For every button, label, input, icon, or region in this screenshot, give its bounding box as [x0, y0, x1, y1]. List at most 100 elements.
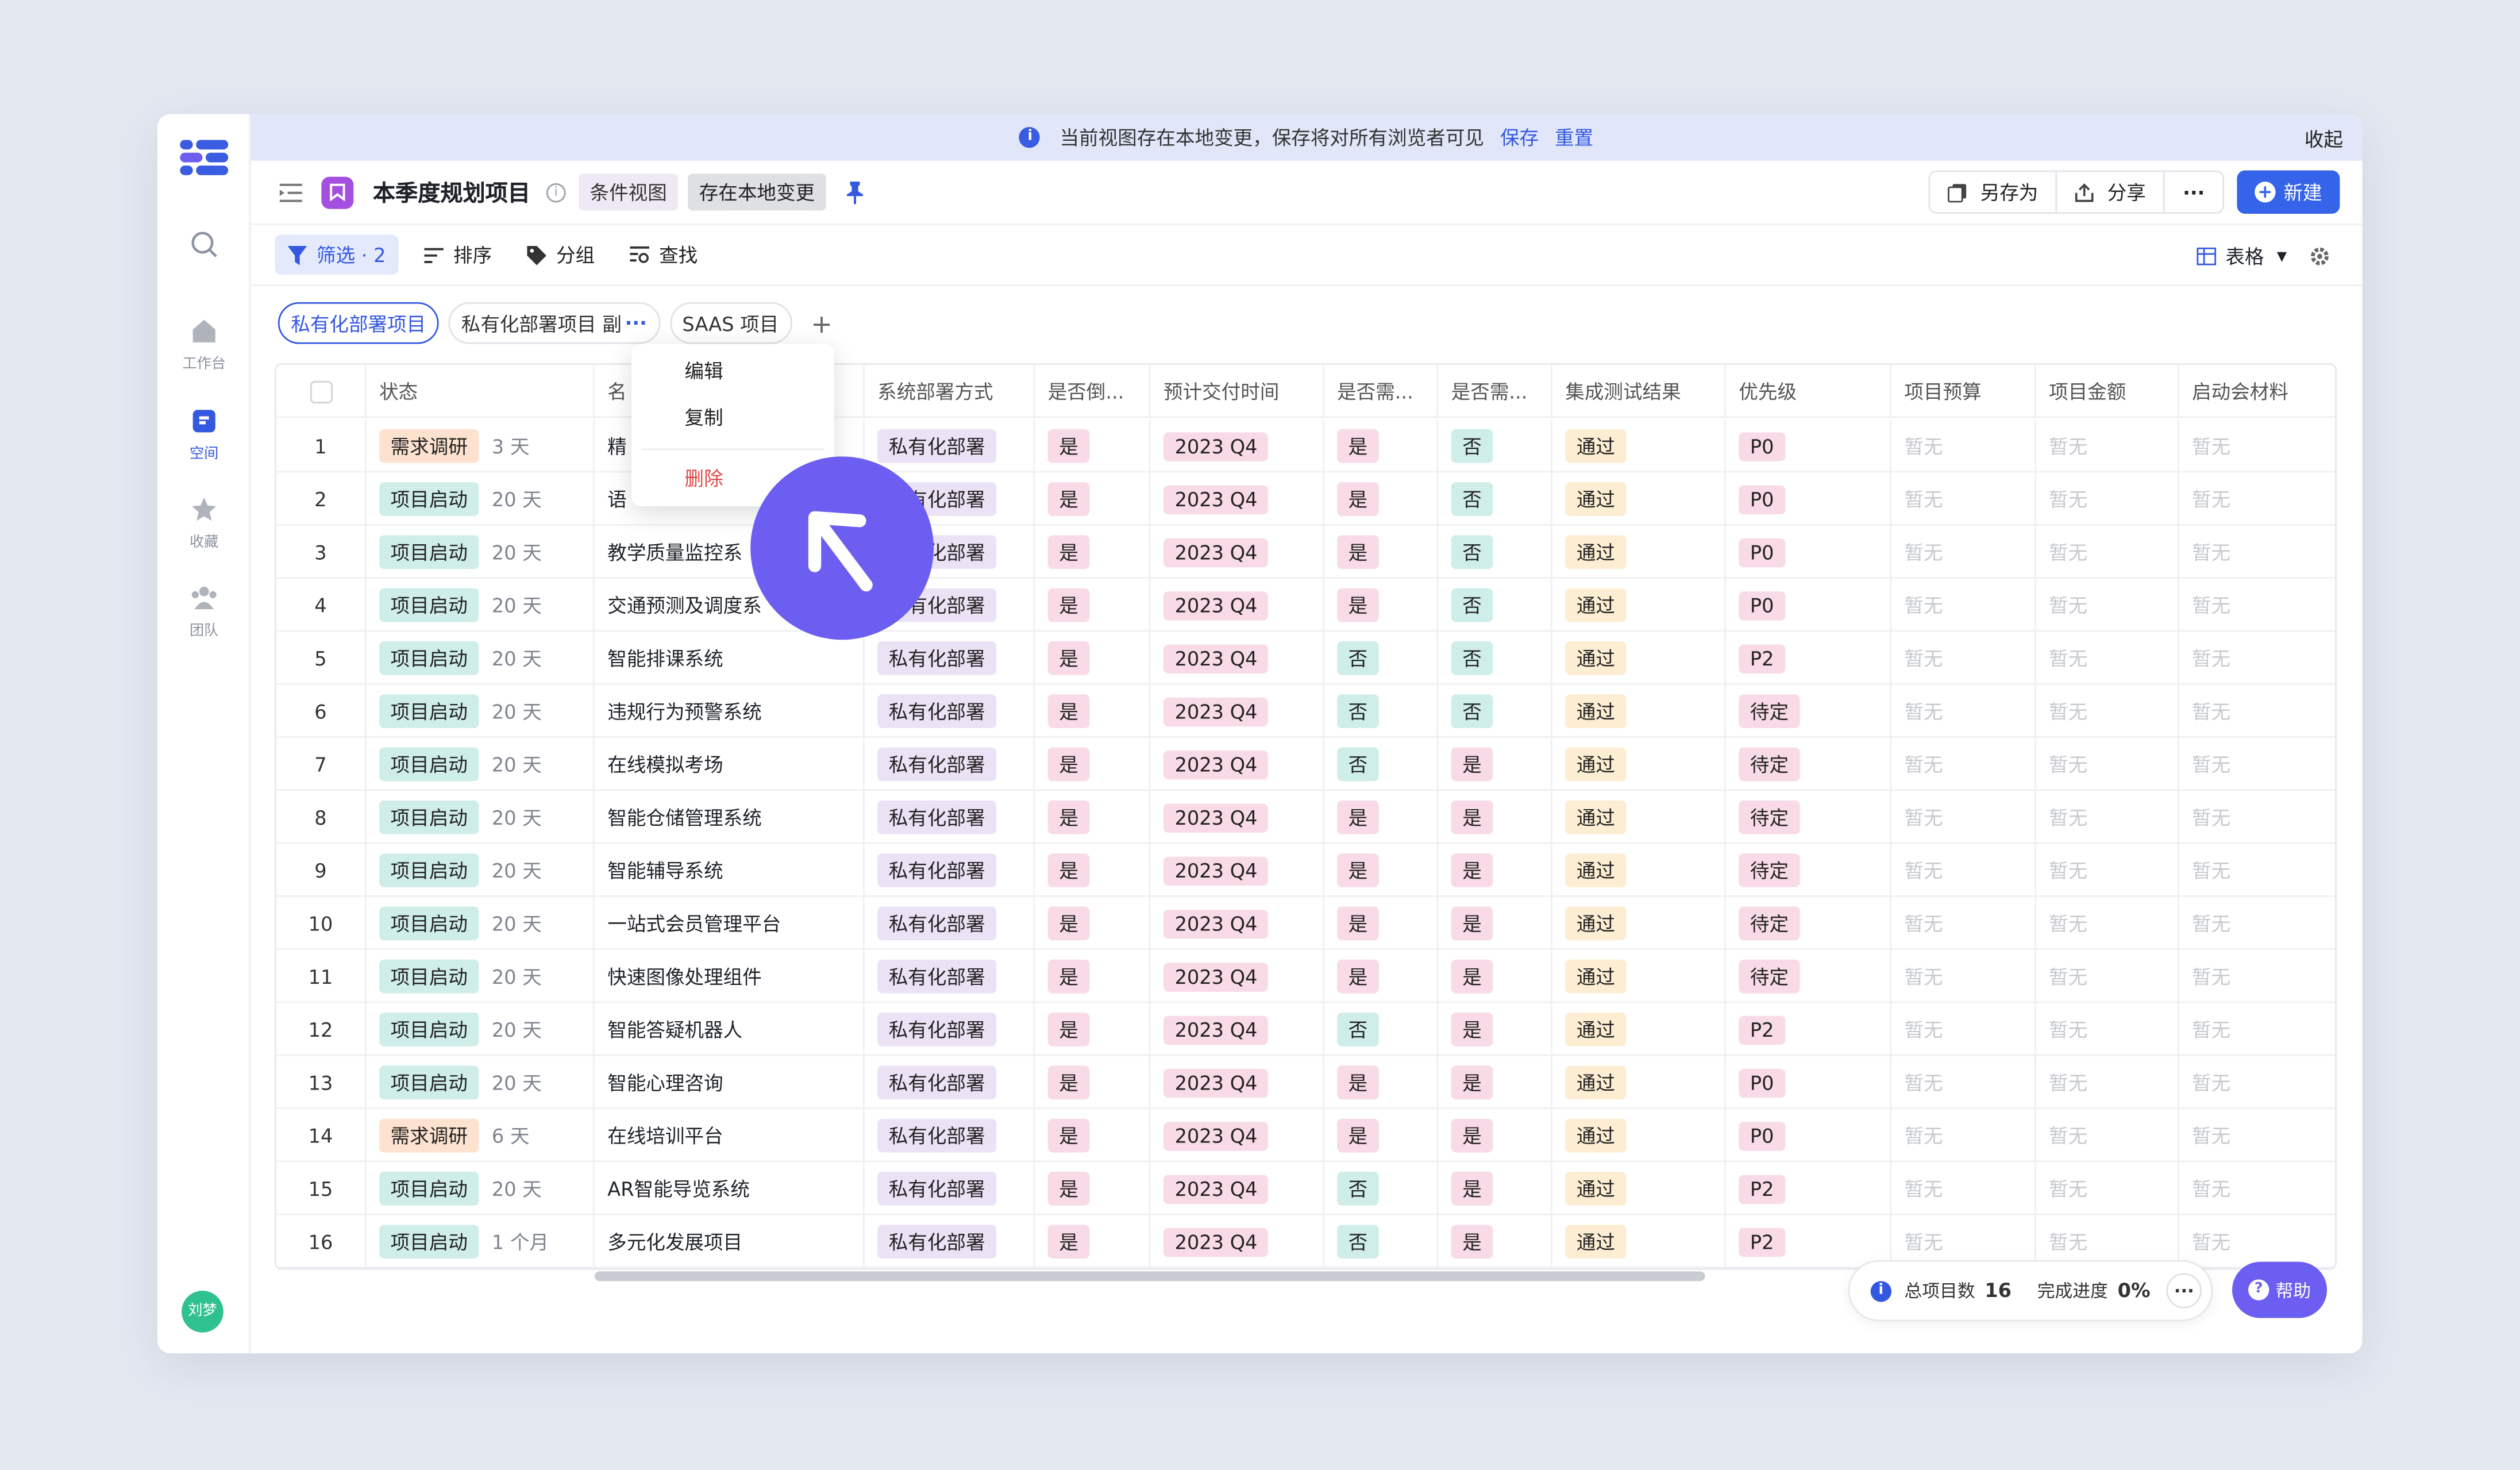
gear-icon[interactable]	[2309, 246, 2330, 267]
view-type-chip[interactable]: 条件视图	[578, 174, 679, 211]
deploy-cell: 私有化部署	[865, 1056, 1035, 1109]
table-row[interactable]: 3 项目启动 20 天教学质量监控系 私有化部署是 2023 Q4 是否通过 P0 暂无 暂无暂…	[276, 525, 2336, 579]
column-header[interactable]: 优先级	[1726, 364, 1892, 418]
test-result-cell: 通过	[1552, 1109, 1726, 1163]
column-header[interactable]: 启动会材料	[2179, 365, 2335, 418]
inverted-cell: 是	[1035, 844, 1151, 897]
yes-no-tag: 是	[1047, 747, 1090, 782]
info-circle-icon[interactable]: i	[546, 182, 566, 202]
group-button[interactable]: 分组	[527, 241, 595, 269]
share-icon	[2075, 182, 2094, 202]
delivery-tag: 2023 Q4	[1163, 856, 1269, 885]
column-header[interactable]: 项目金额	[2036, 364, 2179, 418]
help-button[interactable]: ? 帮助	[2232, 1261, 2328, 1318]
column-header[interactable]: 是否需...	[1324, 364, 1439, 418]
duration-text: 1 个月	[491, 1231, 549, 1254]
priority-cell: P2	[1726, 1162, 1892, 1215]
filter-button[interactable]: 筛选 · 2	[275, 234, 399, 275]
name-cell: 在线培训平台	[595, 1109, 865, 1163]
status-cell: 项目启动 20 天	[367, 791, 595, 844]
tab-more-icon[interactable]: ···	[625, 312, 647, 334]
find-button[interactable]: 查找	[630, 241, 698, 269]
yes-no-tag: 否	[1451, 429, 1493, 463]
table-row[interactable]: 1 需求调研 3 天精私有化部署是 2023 Q4 是否通过 P0 暂无 暂无 暂无	[276, 420, 2336, 473]
save-as-button[interactable]: 另存为	[1931, 172, 2056, 212]
sidebar-item-workbench[interactable]: 工作台	[157, 317, 251, 373]
inverted-cell: 是	[1035, 472, 1151, 526]
sidebar-item-favorites[interactable]: 收藏	[157, 495, 251, 551]
table-row[interactable]: 12 项目启动 20 天智能答疑机器人 私有化部署是 2023 Q4 否是通过 P2 暂无 暂无…	[276, 1003, 2336, 1056]
delivery-cell: 2023 Q4	[1151, 472, 1324, 526]
column-header[interactable]: 集成测试结果	[1552, 364, 1726, 418]
view-type-select[interactable]: 表格 ▼	[2197, 243, 2287, 270]
budget-cell: 暂无	[1891, 1109, 2036, 1163]
deploy-tag: 私有化部署	[877, 1013, 997, 1046]
horizontal-scrollbar[interactable]	[594, 1271, 1705, 1282]
tab-private-deploy-copy[interactable]: 私有化部署项目 副 ···	[448, 302, 660, 344]
duration-text: 20 天	[491, 753, 542, 776]
sidebar-toggle-icon[interactable]	[279, 182, 302, 202]
need-cell-a: 否	[1324, 632, 1439, 685]
sort-button[interactable]: 排序	[424, 241, 492, 269]
table-row[interactable]: 7 项目启动 20 天在线模拟考场 私有化部署是 2023 Q4 否是通过 待定 暂无 暂无 暂无	[276, 737, 2336, 791]
banner-text: 当前视图存在本地变更，保存将对所有浏览者可见	[1059, 126, 1484, 150]
status-tag: 项目启动	[379, 535, 479, 569]
sidebar-item-team[interactable]: 团队	[157, 583, 251, 640]
kickoff-cell: 暂无	[2179, 1215, 2335, 1268]
add-tab-button[interactable]: +	[811, 308, 832, 338]
table-row[interactable]: 10 项目启动 20 天 一站式会员管理平台 私有化部署 是 2023 Q4 是 是 通过 待定 暂无…	[276, 896, 2336, 951]
row-number-cell: 16	[276, 1215, 367, 1268]
column-header[interactable]: 是否需...	[1438, 364, 1552, 418]
find-icon	[630, 245, 650, 263]
delivery-cell: 2023 Q4	[1151, 525, 1324, 579]
delivery-cell: 2023 Q4	[1151, 1215, 1324, 1268]
table-row[interactable]: 11 项目启动 20 天快速图像处理组件 私有化部署是 2023 Q4 是是通过 待定 暂无暂…	[276, 950, 2336, 1003]
table-row[interactable]: 2 项目启动 20 天语私有化部署是 2023 Q4 是否通过 P0 暂无 暂无 暂无	[276, 472, 2336, 526]
yes-no-tag: 是	[1047, 429, 1090, 463]
deploy-tag: 私有化部署	[877, 1172, 997, 1206]
priority-cell: P0	[1726, 525, 1892, 579]
budget-cell: 暂无	[1891, 896, 2036, 951]
need-cell-a: 是	[1324, 844, 1439, 897]
test-result-cell: 通过	[1552, 684, 1726, 738]
share-button[interactable]: 分享	[2056, 172, 2163, 213]
menu-copy[interactable]: 复制	[631, 395, 834, 442]
column-header[interactable]: 预计交付时间	[1151, 364, 1324, 418]
app-logo-icon[interactable]	[180, 140, 229, 175]
table-row[interactable]: 13 项目启动 20 天智能心理咨询 私有化部署是 2023 Q4 是是通过 P0 暂无 暂无暂…	[276, 1056, 2336, 1109]
tab-private-deploy[interactable]: 私有化部署项目	[278, 302, 439, 344]
table-row[interactable]: 9 项目启动 20 天智能辅导系统 私有化部署是 2023 Q4 是是通过 待定 暂无 暂无 暂无	[276, 844, 2336, 897]
tab-saas[interactable]: SAAS 项目	[669, 302, 792, 344]
sidebar-item-space[interactable]: 空间	[157, 407, 251, 463]
column-header[interactable]: 是否倒...	[1035, 364, 1151, 418]
table-row[interactable]: 8 项目启动 20 天智能仓储管理系统 私有化部署是 2023 Q4 是是通过 待定 暂无 暂无…	[276, 791, 2336, 844]
pin-icon[interactable]	[845, 180, 865, 203]
yes-no-tag: 否	[1337, 1225, 1379, 1259]
column-header[interactable]: 项目预算	[1891, 364, 2036, 418]
reset-link[interactable]: 重置	[1555, 124, 1593, 151]
table-row[interactable]: 4 项目启动 20 天交通预测及调度系 私有化部署是 2023 Q4 是否通过 P0 暂无 暂无…	[276, 578, 2336, 632]
menu-edit[interactable]: 编辑	[631, 349, 834, 395]
need-cell-a: 是	[1324, 420, 1439, 473]
more-options-button[interactable]: ···	[2163, 172, 2223, 213]
table-row[interactable]: 14 需求调研 6 天在线培训平台 私有化部署是 2023 Q4 是是通过 P0 暂无 暂无 暂无	[276, 1109, 2336, 1163]
amount-cell: 暂无	[2036, 525, 2179, 579]
status-cell: 需求调研 6 天	[367, 1109, 595, 1163]
search-icon[interactable]	[157, 230, 251, 265]
table-row[interactable]: 15 项目启动 20 天 AR智能导览系统 私有化部署是 2023 Q4 否是通过 P2 暂无暂…	[276, 1162, 2336, 1215]
user-avatar[interactable]: 刘梦	[182, 1290, 224, 1333]
table-row[interactable]: 5 项目启动 20 天智能排课系统 私有化部署是 2023 Q4 否否通过 P2 暂无 暂无 暂无	[276, 632, 2336, 685]
column-header[interactable]: 系统部署方式	[865, 364, 1035, 418]
sidebar: 工作台 空间 收藏 团队 刘梦	[157, 114, 251, 1354]
priority-cell: P0	[1726, 1109, 1892, 1163]
save-link[interactable]: 保存	[1500, 124, 1539, 151]
local-change-chip[interactable]: 存在本地变更	[688, 174, 826, 211]
collapse-button[interactable]: 收起	[2305, 125, 2343, 153]
stats-more-button[interactable]: ···	[2166, 1273, 2202, 1309]
select-all-checkbox[interactable]	[309, 380, 332, 403]
table-row[interactable]: 6 项目启动 20 天违规行为预警系统 私有化部署是 2023 Q4 否否通过 待定 暂无 暂无…	[276, 684, 2336, 738]
new-button[interactable]: + 新建	[2237, 170, 2340, 214]
row-number-cell: 5	[276, 632, 367, 685]
column-header[interactable]: 状态	[367, 364, 595, 418]
kickoff-cell: 暂无	[2179, 791, 2335, 844]
